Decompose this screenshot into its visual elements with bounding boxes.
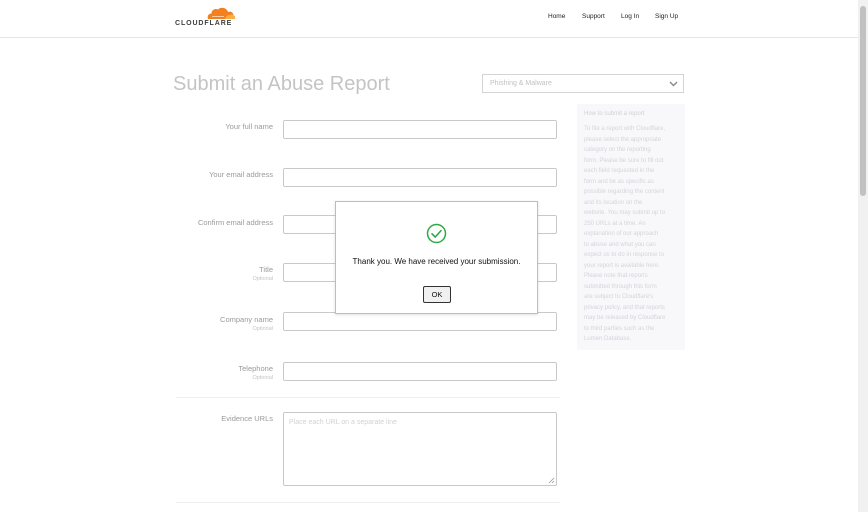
- title-label: Title: [259, 265, 273, 274]
- nav-login-link[interactable]: Log In: [621, 13, 639, 20]
- dialog-message: Thank you. We have received your submiss…: [352, 257, 521, 266]
- help-line: Lumen Database.: [584, 336, 632, 342]
- evidence-urls-placeholder: Place each URL on a separate line: [289, 419, 397, 426]
- chevron-down-icon: [669, 81, 678, 87]
- cloud-icon: [207, 7, 236, 19]
- page-title: Submit an Abuse Report: [173, 73, 390, 95]
- email-label: Your email address: [209, 170, 273, 179]
- site-header: CLOUDFLARE Home Support Log In Sign Up: [0, 0, 858, 38]
- form-bottom-divider: [176, 502, 560, 503]
- help-line: to abuse and what you can: [584, 241, 656, 248]
- ok-button[interactable]: OK: [423, 286, 451, 303]
- help-sidebar: How to submit a report To file a report …: [577, 104, 685, 350]
- brand-name: CLOUDFLARE: [175, 20, 233, 27]
- success-dialog: Thank you. We have received your submiss…: [335, 201, 538, 314]
- scrollbar-thumb[interactable]: [860, 6, 866, 196]
- confirm-email-label: Confirm email address: [197, 218, 273, 227]
- category-select-value: Phishing & Malware: [490, 80, 552, 87]
- resize-grip-icon[interactable]: [548, 477, 555, 484]
- help-line: explanation of our approach: [584, 231, 659, 237]
- title-optional-hint: Optional: [252, 276, 274, 282]
- form-divider: [176, 397, 560, 398]
- company-label: Company name: [220, 315, 273, 324]
- help-line: category on the reporting: [584, 147, 651, 153]
- cloudflare-logo[interactable]: CLOUDFLARE: [174, 6, 236, 30]
- help-line: To file a report with Cloudflare,: [584, 126, 666, 132]
- company-optional-hint: Optional: [252, 326, 274, 332]
- full-name-label: Your full name: [225, 122, 273, 131]
- help-line: and its location on the: [584, 199, 643, 206]
- check-circle-icon: [426, 223, 447, 244]
- evidence-urls-label: Evidence URLs: [221, 414, 273, 423]
- help-text: To file a report with Cloudflare, please…: [584, 124, 678, 345]
- category-select[interactable]: Phishing & Malware: [482, 74, 684, 93]
- help-line: may be released by Cloudflare: [584, 315, 666, 321]
- nav-signup-link[interactable]: Sign Up: [655, 13, 678, 20]
- help-line: your report is available here.: [584, 262, 660, 269]
- full-name-input[interactable]: [283, 120, 557, 139]
- nav-support-link[interactable]: Support: [582, 13, 605, 20]
- email-input[interactable]: [283, 168, 557, 187]
- help-line: please select the appropriate: [584, 136, 662, 143]
- page-scrollbar[interactable]: [858, 0, 868, 512]
- help-line: Please note that reports: [584, 273, 648, 279]
- help-line: 250 URLs at a time. An: [584, 220, 646, 227]
- help-line: form. Please be sure to fill out: [584, 157, 664, 164]
- help-line: each field requested in the: [584, 168, 655, 174]
- help-line: website. You may submit up to: [584, 210, 666, 216]
- help-line: to third parties such as the: [584, 325, 655, 332]
- help-line: are subject to Cloudflare's: [584, 294, 654, 300]
- evidence-urls-textarea[interactable]: Place each URL on a separate line: [283, 412, 557, 486]
- telephone-label: Telephone: [238, 364, 273, 373]
- help-line: privacy policy, and that reports: [584, 304, 665, 311]
- nav-home-link[interactable]: Home: [548, 13, 565, 20]
- company-input[interactable]: [283, 312, 557, 331]
- telephone-input[interactable]: [283, 362, 557, 381]
- help-line: form and be as specific as: [584, 178, 654, 185]
- help-line: expect us to do in response to: [584, 252, 665, 258]
- help-line: submitted through this form: [584, 283, 657, 290]
- help-title: How to submit a report: [584, 111, 645, 117]
- help-line: possible regarding the content: [584, 189, 665, 195]
- telephone-optional-hint: Optional: [252, 375, 274, 381]
